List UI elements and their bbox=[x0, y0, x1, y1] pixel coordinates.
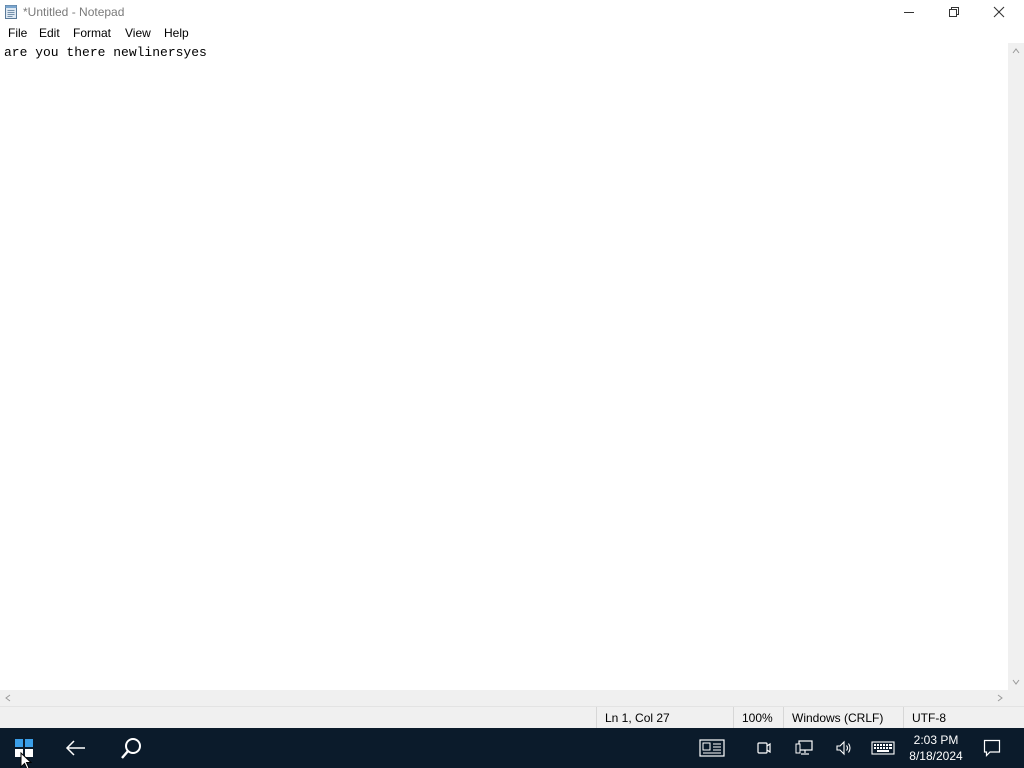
news-widget-button[interactable] bbox=[692, 728, 732, 768]
taskbar: 2:03 PM 8/18/2024 bbox=[0, 728, 1024, 768]
menu-help[interactable]: Help bbox=[164, 26, 189, 40]
status-bar: Ln 1, Col 27 100% Windows (CRLF) UTF-8 bbox=[0, 706, 1024, 729]
volume-button[interactable] bbox=[828, 728, 860, 768]
scroll-down-arrow-icon[interactable] bbox=[1012, 678, 1020, 686]
back-button[interactable] bbox=[52, 728, 100, 768]
back-arrow-icon bbox=[65, 740, 85, 756]
vertical-scrollbar[interactable] bbox=[1008, 43, 1024, 690]
close-button[interactable] bbox=[976, 0, 1022, 24]
menu-format[interactable]: Format bbox=[73, 26, 111, 40]
text-editor-area[interactable]: are you there newlinersyes bbox=[0, 43, 1008, 690]
line-ending: Windows (CRLF) bbox=[783, 707, 903, 729]
restore-icon bbox=[949, 7, 959, 17]
minimize-icon bbox=[904, 12, 914, 13]
news-widget-icon bbox=[699, 739, 725, 757]
clock[interactable]: 2:03 PM 8/18/2024 bbox=[904, 728, 968, 768]
notification-center-button[interactable] bbox=[972, 728, 1012, 768]
clock-date: 8/18/2024 bbox=[909, 749, 963, 763]
menu-file[interactable]: File bbox=[8, 26, 27, 40]
encoding: UTF-8 bbox=[903, 707, 1024, 729]
mouse-pointer-icon bbox=[20, 752, 32, 768]
window-title: *Untitled - Notepad bbox=[23, 5, 125, 19]
search-button[interactable] bbox=[108, 728, 156, 768]
editor-content[interactable]: are you there newlinersyes bbox=[4, 45, 207, 60]
menu-edit[interactable]: Edit bbox=[39, 26, 60, 40]
network-icon bbox=[795, 740, 813, 755]
touch-keyboard-button[interactable] bbox=[866, 728, 900, 768]
touch-keyboard-icon bbox=[871, 741, 895, 755]
scroll-right-arrow-icon[interactable] bbox=[996, 694, 1004, 702]
cursor-position: Ln 1, Col 27 bbox=[596, 707, 733, 729]
horizontal-scrollbar[interactable] bbox=[0, 690, 1008, 706]
meet-now-button[interactable] bbox=[748, 728, 780, 768]
close-icon bbox=[993, 6, 1005, 18]
network-button[interactable] bbox=[788, 728, 820, 768]
notepad-app-icon bbox=[4, 4, 18, 19]
menu-bar: File Edit Format View Help bbox=[0, 24, 1024, 43]
clock-time: 2:03 PM bbox=[913, 733, 959, 747]
volume-icon bbox=[836, 740, 851, 756]
scroll-left-arrow-icon[interactable] bbox=[4, 694, 12, 702]
zoom-level: 100% bbox=[733, 707, 783, 729]
meet-now-icon bbox=[757, 742, 771, 754]
minimize-button[interactable] bbox=[886, 0, 932, 24]
title-bar[interactable]: *Untitled - Notepad bbox=[0, 0, 1024, 24]
restore-button[interactable] bbox=[931, 0, 977, 24]
notification-icon bbox=[983, 739, 1001, 757]
menu-view[interactable]: View bbox=[125, 26, 151, 40]
scrollbar-corner bbox=[1008, 690, 1024, 706]
search-icon bbox=[121, 738, 141, 759]
scroll-up-arrow-icon[interactable] bbox=[1012, 47, 1020, 55]
